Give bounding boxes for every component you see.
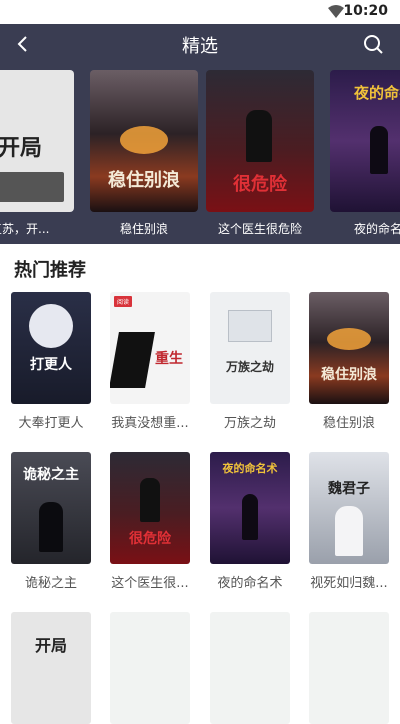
cover-title: 夜的命名 — [353, 84, 400, 102]
book-card[interactable]: 开局 — [11, 612, 91, 724]
book-cover[interactable]: 稳住别浪 — [90, 70, 198, 212]
banner-caption: 这个医生很危险 — [217, 222, 302, 236]
publisher-badge: 阅读 — [114, 296, 133, 307]
cover-title: 夜的命名术 — [222, 462, 278, 475]
book-cover[interactable]: 很危险 — [206, 70, 314, 212]
book-title: 大奉打更人 — [18, 416, 84, 431]
book-cover-placeholder[interactable] — [210, 612, 290, 724]
cover-title: 开局 — [0, 135, 42, 161]
book-cover[interactable]: 开局 — [11, 612, 91, 724]
cover-title: 很危险 — [233, 174, 287, 195]
book-card[interactable] — [110, 612, 190, 724]
book-cover[interactable]: 万族之劫 — [210, 292, 290, 404]
book-card[interactable]: 稳住别浪 稳住别浪 — [309, 292, 389, 431]
book-title: 我真没想重... — [111, 416, 189, 431]
cover-art — [370, 126, 388, 174]
cover-title: 很危险 — [129, 531, 171, 547]
book-title: 诡秘之主 — [24, 576, 77, 591]
cover-title: 打更人 — [30, 357, 72, 373]
cover-art — [140, 478, 160, 522]
book-card[interactable]: 夜的命名术 夜的命名术 — [210, 452, 290, 591]
top-bar: 精选 — [0, 24, 400, 64]
cover-title: 稳住别浪 — [321, 367, 377, 383]
banner-card[interactable]: 很危险 这个医生很危险 — [206, 70, 314, 237]
cover-title: 稳住别浪 — [108, 170, 180, 191]
cover-art — [327, 328, 371, 350]
cover-art — [120, 126, 168, 154]
cover-art — [335, 506, 363, 556]
cover-art — [0, 172, 64, 202]
cover-art — [39, 502, 63, 552]
book-cover[interactable]: 稳住别浪 — [309, 292, 389, 404]
book-cover[interactable]: 打更人 — [11, 292, 91, 404]
book-card[interactable] — [309, 612, 389, 724]
book-cover[interactable]: 很危险 — [110, 452, 190, 564]
book-card[interactable]: 魏君子 视死如归魏... — [309, 452, 389, 591]
book-title: 夜的命名术 — [217, 576, 283, 591]
book-card[interactable]: 很危险 这个医生很... — [110, 452, 190, 591]
book-cover[interactable]: 诡秘之主 — [11, 452, 91, 564]
status-time: 10:20 — [343, 3, 388, 19]
book-card[interactable]: 打更人 大奉打更人 — [11, 292, 91, 431]
banner-card[interactable]: 稳住别浪 稳住别浪 — [90, 70, 198, 237]
banner-card[interactable]: 开局 灵气复苏，开... — [0, 70, 74, 237]
book-cover[interactable]: 魏君子 — [309, 452, 389, 564]
book-cover-placeholder[interactable] — [309, 612, 389, 724]
banner-caption: 灵气复苏，开... — [0, 222, 50, 236]
book-card[interactable]: 诡秘之主 诡秘之主 — [11, 452, 91, 591]
cover-title: 魏君子 — [328, 481, 370, 497]
cover-art — [242, 494, 258, 540]
book-cover-placeholder[interactable] — [110, 612, 190, 724]
book-title: 万族之劫 — [223, 416, 276, 431]
cover-art — [246, 110, 272, 162]
featured-carousel[interactable]: 开局 灵气复苏，开... 稳住别浪 稳住别浪 很危险 这个医生很危险 夜的命名 — [0, 70, 400, 240]
header: 精选 开局 灵气复苏，开... 稳住别浪 稳住别浪 很危险 这 — [0, 24, 400, 244]
book-card[interactable] — [210, 612, 290, 724]
book-title: 这个医生很... — [111, 576, 189, 591]
book-cover[interactable]: 阅读 重生 — [110, 292, 190, 404]
cover-title: 万族之劫 — [225, 360, 274, 374]
wifi-icon — [328, 5, 344, 18]
banner-card[interactable]: 夜的命名 夜的命名术 — [330, 70, 400, 237]
status-bar: 10:20 — [0, 0, 400, 24]
banner-caption: 稳住别浪 — [119, 222, 168, 236]
book-cover[interactable]: 夜的命名 — [330, 70, 400, 212]
book-cover[interactable]: 开局 — [0, 70, 74, 212]
cover-title: 开局 — [34, 636, 67, 655]
book-title: 视死如归魏... — [310, 576, 388, 591]
book-card[interactable]: 阅读 重生 我真没想重... — [110, 292, 190, 431]
search-icon[interactable] — [362, 33, 384, 55]
banner-caption: 夜的命名术 — [353, 222, 400, 236]
cover-art — [228, 310, 272, 342]
cover-title: 诡秘之主 — [23, 467, 79, 483]
section-title: 热门推荐 — [14, 260, 86, 281]
book-title: 稳住别浪 — [322, 416, 375, 431]
cover-title: 重生 — [155, 351, 183, 367]
page-title: 精选 — [182, 36, 218, 57]
book-card[interactable]: 万族之劫 万族之劫 — [210, 292, 290, 431]
cover-art — [29, 304, 73, 348]
book-cover[interactable]: 夜的命名术 — [210, 452, 290, 564]
